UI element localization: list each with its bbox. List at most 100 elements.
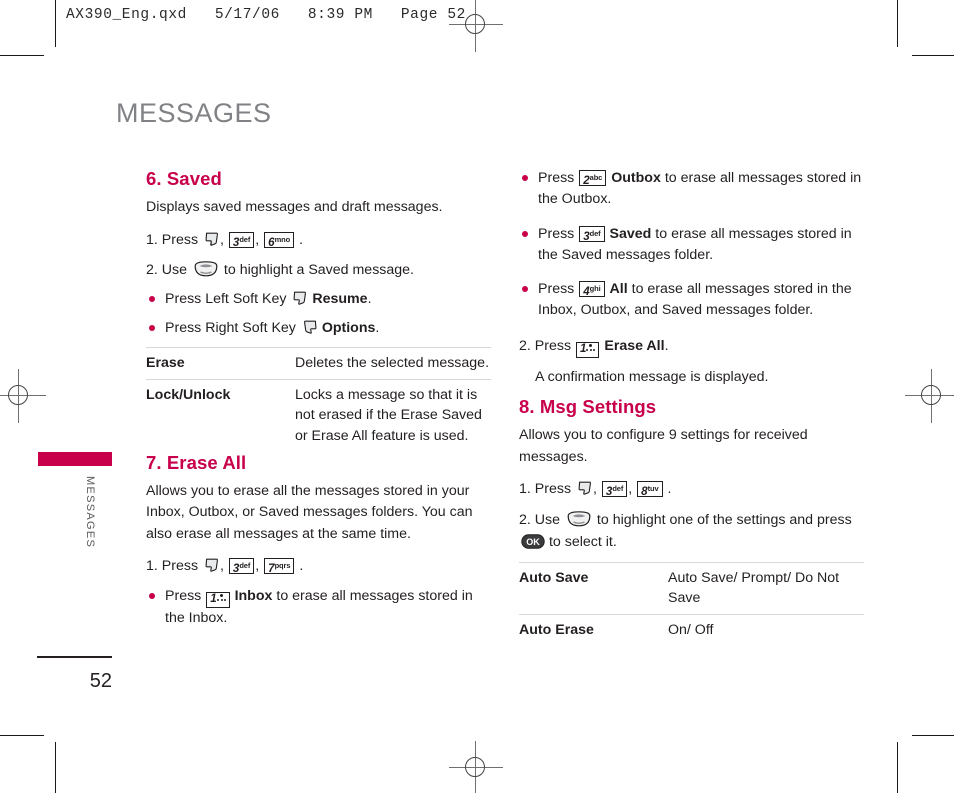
bullet-text-pre: Press	[538, 281, 575, 298]
erase-all-step-1-prefix: 1. Press	[146, 558, 199, 575]
key-1-voicemail: 1	[576, 341, 600, 358]
registration-mark-right	[905, 369, 954, 423]
page-title: MESSAGES	[116, 98, 272, 128]
crop-mark-left-bottom-horizontal	[0, 735, 44, 737]
table-cell-description: Auto Save/ Prompt/ Do Not Save	[668, 561, 864, 615]
erase-all-step-2-bold: Erase All	[604, 337, 665, 354]
navigation-key-icon	[193, 260, 218, 277]
erase-all-confirmation-text: A confirmation message is displayed.	[535, 368, 769, 385]
table-row: Auto Save Auto Save/ Prompt/ Do Not Save	[519, 561, 864, 615]
key-3-def: 3def	[601, 481, 628, 498]
bullet-text-bold: Outbox	[611, 170, 661, 186]
chapter-tab-label: MESSAGES	[84, 476, 96, 549]
msg-settings-step-1: 1. Press , 3def, 8tuv .	[519, 478, 864, 500]
saved-intro-text: Displays saved messages and draft messag…	[146, 199, 443, 215]
erase-all-folder-list: Press 1 Inbox to erase all messages stor…	[146, 586, 491, 629]
registration-mark-bottom	[449, 741, 503, 793]
bullet-text-post: .	[375, 319, 380, 336]
saved-options-table: Erase Deletes the selected message. Lock…	[146, 347, 491, 452]
msg-settings-table: Auto Save Auto Save/ Prompt/ Do Not Save…	[519, 561, 864, 647]
erase-all-step-1-comma-1: ,	[220, 558, 224, 575]
bullet-text-bold: Resume	[312, 291, 368, 308]
msg-settings-step-2-prefix: 2. Use	[519, 511, 561, 528]
key-4-ghi: 4ghi	[579, 281, 605, 298]
erase-all-step-2-period: .	[664, 337, 669, 354]
table-row: Auto Erase On/ Off	[519, 614, 864, 647]
crop-mark-bottom-left-vertical	[55, 742, 57, 793]
table-row: Erase Deletes the selected message.	[146, 347, 491, 380]
table-cell-term: Auto Save	[519, 561, 668, 615]
saved-step-1-comma-2: ,	[255, 231, 260, 248]
saved-step-2: 2. Use to highlight a Saved message.	[146, 259, 491, 281]
left-soft-key-icon	[577, 480, 591, 496]
bullet-text-pre: Press Right Soft Key	[165, 319, 296, 336]
ok-key-icon: OK	[521, 534, 545, 549]
print-slug-line: AX390_Eng.qxd 5/17/06 8:39 PM Page 52	[66, 7, 466, 23]
navigation-key-icon	[566, 510, 591, 527]
crop-mark-right-top-horizontal	[912, 55, 954, 57]
bullet-text-post: .	[367, 291, 372, 308]
erase-all-step-1: 1. Press , 3def, 7pqrs .	[146, 555, 491, 577]
crop-mark-top-left-vertical	[55, 0, 57, 47]
bullet-text-bold: Options	[321, 319, 376, 336]
msg-settings-step-1-period: .	[667, 481, 672, 498]
crop-mark-top-right-vertical	[897, 0, 899, 47]
msg-settings-step-1-prefix: 1. Press	[519, 481, 572, 498]
crop-mark-left-top-horizontal	[0, 55, 44, 57]
key-8-tuv: 8tuv	[637, 481, 663, 498]
saved-step-1-period: .	[299, 231, 304, 248]
msg-settings-step-1-comma-1: ,	[593, 481, 597, 498]
table-cell-description: Locks a message so that it is not erased…	[295, 379, 491, 452]
right-soft-key-icon	[302, 319, 317, 334]
section-heading-msg-settings: 8. Msg Settings	[519, 396, 657, 418]
list-item: Press 3def Saved to erase all messages s…	[519, 224, 864, 267]
erase-all-step-1-period: .	[299, 558, 304, 575]
folio-rule	[37, 656, 112, 658]
erase-all-confirmation-note: A confirmation message is displayed.	[519, 366, 864, 388]
msg-settings-step-2-mid: to highlight one of the settings and pre…	[596, 511, 852, 528]
key-3-def: 3def	[228, 558, 255, 575]
saved-step-1-comma-1: ,	[220, 231, 224, 248]
key-6-mno: 6mno	[264, 231, 295, 249]
bullet-text-pre: Press	[538, 225, 575, 242]
registration-mark-left	[0, 369, 46, 423]
erase-all-step-1-comma-2: ,	[255, 558, 260, 575]
bullet-text-pre: Press	[538, 170, 575, 186]
saved-step-1: 1. Press , 3def, 6mno .	[146, 229, 491, 251]
svg-text:OK: OK	[526, 537, 540, 547]
list-item: Press Right Soft Key Options.	[146, 318, 491, 339]
table-row: Lock/Unlock Locks a message so that it i…	[146, 379, 491, 452]
crop-mark-right-bottom-horizontal	[912, 735, 954, 737]
erase-all-step-2: 2. Press 1 Erase All.	[519, 335, 864, 358]
msg-settings-intro-text: Allows you to configure 9 settings for r…	[519, 427, 808, 465]
msg-settings-step-2-suffix: to select it.	[548, 534, 617, 551]
list-item: Press Left Soft Key Resume.	[146, 289, 491, 310]
bullet-text-bold: Saved	[609, 225, 652, 242]
section-heading-erase-all: 7. Erase All	[146, 451, 247, 473]
page-number: 52	[89, 670, 112, 692]
crop-mark-bottom-right-vertical	[897, 742, 899, 793]
key-3-def: 3def	[579, 225, 605, 243]
list-item: Press 1 Inbox to erase all messages stor…	[146, 586, 491, 629]
msg-settings-step-1-comma-2: ,	[628, 481, 633, 498]
page-canvas: AX390_Eng.qxd 5/17/06 8:39 PM Page 52 ME…	[0, 0, 954, 793]
list-item: Press 2abc Outbox to erase all messages …	[519, 168, 864, 211]
left-soft-key-icon	[292, 290, 307, 306]
key-2-abc: 2abc	[579, 170, 607, 187]
saved-step-2-prefix: 2. Use	[146, 262, 188, 279]
list-item: Press 4ghi All to erase all messages sto…	[519, 279, 864, 322]
saved-soft-key-list: Press Left Soft Key Resume. Press Right …	[146, 289, 491, 339]
left-soft-key-icon	[204, 231, 218, 246]
table-cell-description: Deletes the selected message.	[295, 347, 491, 380]
saved-step-1-prefix: 1. Press	[146, 231, 199, 248]
bullet-text-bold: Inbox	[234, 587, 273, 604]
key-1-voicemail: 1	[206, 591, 230, 608]
left-column: 6. Saved Displays saved messages and dra…	[146, 168, 491, 637]
table-cell-term: Erase	[146, 347, 295, 380]
key-7-pqrs: 7pqrs	[264, 558, 295, 575]
msg-settings-step-2: 2. Use to highlight one of the settings …	[519, 509, 864, 554]
saved-step-2-suffix: to highlight a Saved message.	[223, 262, 414, 279]
section-heading-saved: 6. Saved	[146, 168, 222, 189]
table-cell-description: On/ Off	[668, 614, 864, 647]
right-column: Press 2abc Outbox to erase all messages …	[519, 168, 864, 647]
